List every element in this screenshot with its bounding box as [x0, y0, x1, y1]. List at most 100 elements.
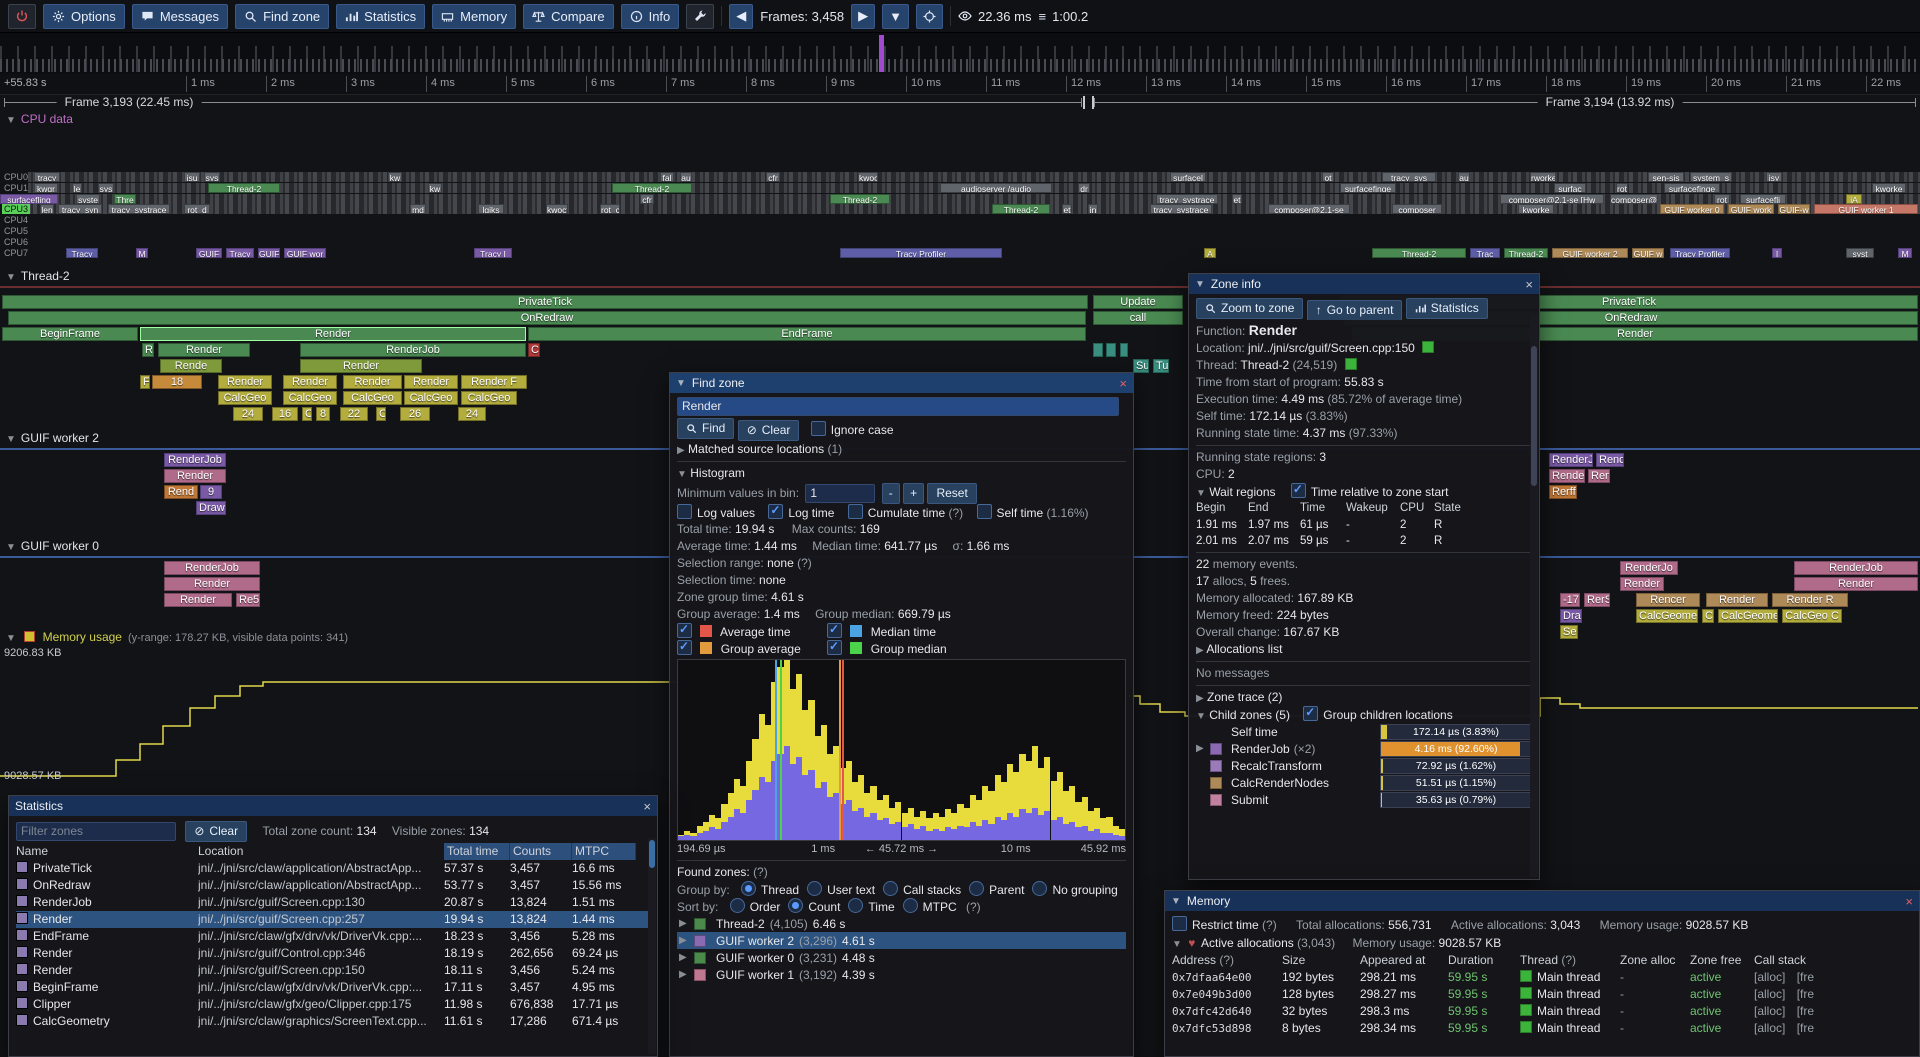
- cpu-zone[interactable]: syste: [76, 194, 100, 204]
- timeline-zone[interactable]: Render: [158, 343, 250, 357]
- timeline-zone[interactable]: [1120, 343, 1128, 357]
- cpu-zone[interactable]: et: [1232, 194, 1242, 204]
- series-checkbox[interactable]: [677, 640, 692, 655]
- timeline-zone[interactable]: RenderJob: [300, 343, 526, 357]
- cpu-zone[interactable]: kwoc: [858, 172, 878, 182]
- cpu-zone[interactable]: kworke: [1518, 204, 1554, 214]
- timeline-zone[interactable]: CalcGeo: [283, 391, 337, 405]
- cpu-zone[interactable]: Thread-2: [830, 194, 890, 204]
- statistics-table-row[interactable]: BeginFrame jni/../jni/src/claw/gfx/drv/v…: [16, 979, 650, 996]
- cpu-zone[interactable]: composer: [1392, 204, 1442, 214]
- statistics-table-row[interactable]: Render jni/../jni/src/guif/Screen.cpp:25…: [16, 911, 650, 928]
- timeline-zone[interactable]: Render: [164, 577, 260, 591]
- group-by-radio[interactable]: Call stacks: [883, 883, 961, 897]
- timeline-zone[interactable]: Draw: [196, 501, 226, 515]
- statistics-table-row[interactable]: EndFrame jni/../jni/src/claw/gfx/drv/vk/…: [16, 928, 650, 945]
- allocations-list-header[interactable]: ▶ Allocations list: [1196, 641, 1532, 658]
- timeline-zone[interactable]: C: [1702, 609, 1714, 623]
- close-icon[interactable]: ×: [1525, 277, 1533, 292]
- cpu-zone[interactable]: GUIF w: [1632, 248, 1664, 258]
- timeline-zone[interactable]: RenderJob: [164, 561, 260, 575]
- cpu-zone[interactable]: tracy_systrace: [108, 204, 170, 214]
- zone-location[interactable]: jni/../jni/src/guif/Screen.cpp:150: [1248, 341, 1415, 355]
- child-zones-header[interactable]: ▼ Child zones (5) Group children locatio…: [1196, 706, 1532, 723]
- timeline-zone[interactable]: -17: [1560, 593, 1580, 607]
- statistics-table-row[interactable]: OnRedraw jni/../jni/src/claw/application…: [16, 877, 650, 894]
- cpu-zone[interactable]: syst: [1846, 248, 1874, 258]
- cpu-zone[interactable]: rworke: [1530, 172, 1556, 182]
- zone-info-scrollbar[interactable]: [1530, 316, 1538, 877]
- memory-table-row[interactable]: 0x7dfc53d898 8 bytes 298.34 ms 59.95 s M…: [1172, 1020, 1912, 1037]
- cpu-zone[interactable]: composer@2.1-se: [1268, 204, 1350, 214]
- cpu-zone[interactable]: len: [40, 204, 54, 214]
- timeline-zone[interactable]: 8: [316, 407, 330, 421]
- active-allocations-header[interactable]: ▼ ♥ Active allocations (3,043) Memory us…: [1172, 935, 1912, 952]
- timeline-zone[interactable]: Render: [343, 375, 402, 389]
- cpu-zone[interactable]: GUIF wor: [284, 248, 326, 258]
- timeline-zone[interactable]: Rend: [164, 485, 198, 499]
- jump-frame-button[interactable]: ▼: [882, 4, 909, 29]
- wait-regions-header[interactable]: ▼ Wait regions Time relative to zone sta…: [1196, 483, 1532, 500]
- memory-table-header[interactable]: Address (?) Size Appeared at Duration Th…: [1172, 952, 1912, 969]
- cpu-zone[interactable]: rot_d: [184, 204, 210, 214]
- clear-button[interactable]: ⊘Clear: [738, 420, 800, 441]
- series-checkbox[interactable]: [827, 623, 842, 638]
- log-time-checkbox[interactable]: [768, 504, 783, 519]
- timeline-zone[interactable]: Re5: [236, 593, 260, 607]
- timeline-zone[interactable]: Render: [140, 327, 526, 341]
- cpu-zone[interactable]: rot_c: [600, 204, 620, 214]
- timeline-zone[interactable]: 24: [233, 407, 263, 421]
- timeline-zone[interactable]: RenderJob: [1794, 561, 1918, 575]
- cpu-zone[interactable]: rot: [1616, 183, 1628, 193]
- cpu-zone[interactable]: Thread-2: [612, 183, 692, 193]
- cpu-zone[interactable]: Thread-2: [992, 204, 1050, 214]
- messages-button[interactable]: Messages: [132, 4, 228, 29]
- cpu-zone[interactable]: kw: [428, 183, 442, 193]
- timeline-zone[interactable]: R: [142, 343, 154, 357]
- timeline-zone[interactable]: 16: [272, 407, 298, 421]
- info-button[interactable]: Info: [621, 4, 680, 29]
- options-button[interactable]: Options: [43, 4, 125, 29]
- found-zone-group-row[interactable]: ▶ GUIF worker 1 (3,192) 4.39 s: [677, 966, 1126, 983]
- timeline-zone[interactable]: Render: [164, 469, 226, 483]
- legend-item[interactable]: Group average: [677, 640, 827, 657]
- find-zone-titlebar[interactable]: ▼ Find zone ×: [670, 373, 1133, 393]
- group-children-checkbox[interactable]: [1303, 706, 1318, 721]
- cpu-zone[interactable]: cfr: [766, 172, 780, 182]
- cpu-zone[interactable]: et: [1062, 204, 1072, 214]
- cpu-zone[interactable]: M: [1898, 248, 1912, 258]
- timeline-zone[interactable]: Dra: [1560, 609, 1582, 623]
- timeline-zone[interactable]: C: [302, 407, 312, 421]
- timeline-zone[interactable]: Su: [1133, 359, 1149, 373]
- timeline-zone[interactable]: Rend: [1596, 453, 1624, 467]
- cpu-zone[interactable]: tracy_systrace: [1156, 194, 1218, 204]
- bin-increase-button[interactable]: +: [903, 483, 924, 504]
- matched-locations-header[interactable]: ▶ Matched source locations (1): [677, 441, 1126, 458]
- timeline-zone[interactable]: CalcGeome: [1636, 609, 1698, 623]
- cpu-zone[interactable]: GUIF-w: [1778, 204, 1810, 214]
- series-checkbox[interactable]: [827, 640, 842, 655]
- histogram-plot[interactable]: [677, 659, 1126, 841]
- cpu-zone[interactable]: surfacel: [1170, 172, 1206, 182]
- cpu-zone[interactable]: md: [410, 204, 426, 214]
- memory-usage-header[interactable]: ▼ Memory usage(y-range: 178.27 KB, visib…: [6, 630, 348, 644]
- found-zone-group-row[interactable]: ▶ GUIF worker 2 (3,296) 4.61 s: [677, 932, 1126, 949]
- legend-item[interactable]: Group median: [827, 640, 977, 657]
- cpu-zone[interactable]: tracy_syn: [58, 204, 102, 214]
- timeline-zone[interactable]: CalcGeo: [404, 391, 458, 405]
- cpu-zone[interactable]: tracy: [34, 172, 60, 182]
- cpu-zone[interactable]: kw: [388, 172, 402, 182]
- frame-label[interactable]: Frame 3,193 (22.45 ms): [57, 95, 202, 109]
- min-bin-input[interactable]: 1: [805, 484, 875, 503]
- cpu-zone[interactable]: surfacefinge: [1340, 183, 1396, 193]
- cpu-zone[interactable]: Tracy: [66, 248, 98, 258]
- cpu-zone[interactable]: GUIF worker 2: [1552, 248, 1628, 258]
- filter-zones-input[interactable]: Filter zones: [16, 822, 176, 841]
- statistics-table-row[interactable]: Clipper jni/../jni/src/claw/gfx/geo/Clip…: [16, 996, 650, 1013]
- power-button[interactable]: [8, 4, 36, 29]
- reset-button[interactable]: Reset: [927, 483, 976, 504]
- statistics-table-row[interactable]: Render jni/../jni/src/guif/Screen.cpp:15…: [16, 962, 650, 979]
- close-icon[interactable]: ×: [1119, 376, 1127, 391]
- timeline-zone[interactable]: CalcGeo C: [1782, 609, 1842, 623]
- zone-thread[interactable]: Thread-2: [1240, 358, 1289, 372]
